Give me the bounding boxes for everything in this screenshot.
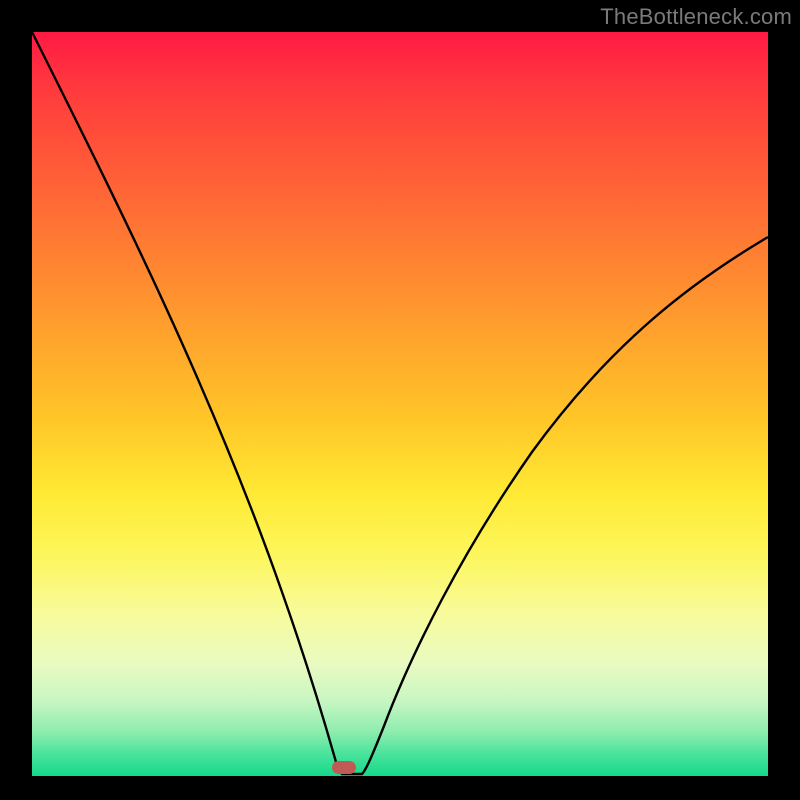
plot-area <box>32 32 768 776</box>
bottleneck-curve-path <box>32 32 768 774</box>
chart-frame: TheBottleneck.com <box>0 0 800 800</box>
curve-svg <box>32 32 768 776</box>
optimum-marker <box>332 761 356 774</box>
watermark-text: TheBottleneck.com <box>600 4 792 30</box>
